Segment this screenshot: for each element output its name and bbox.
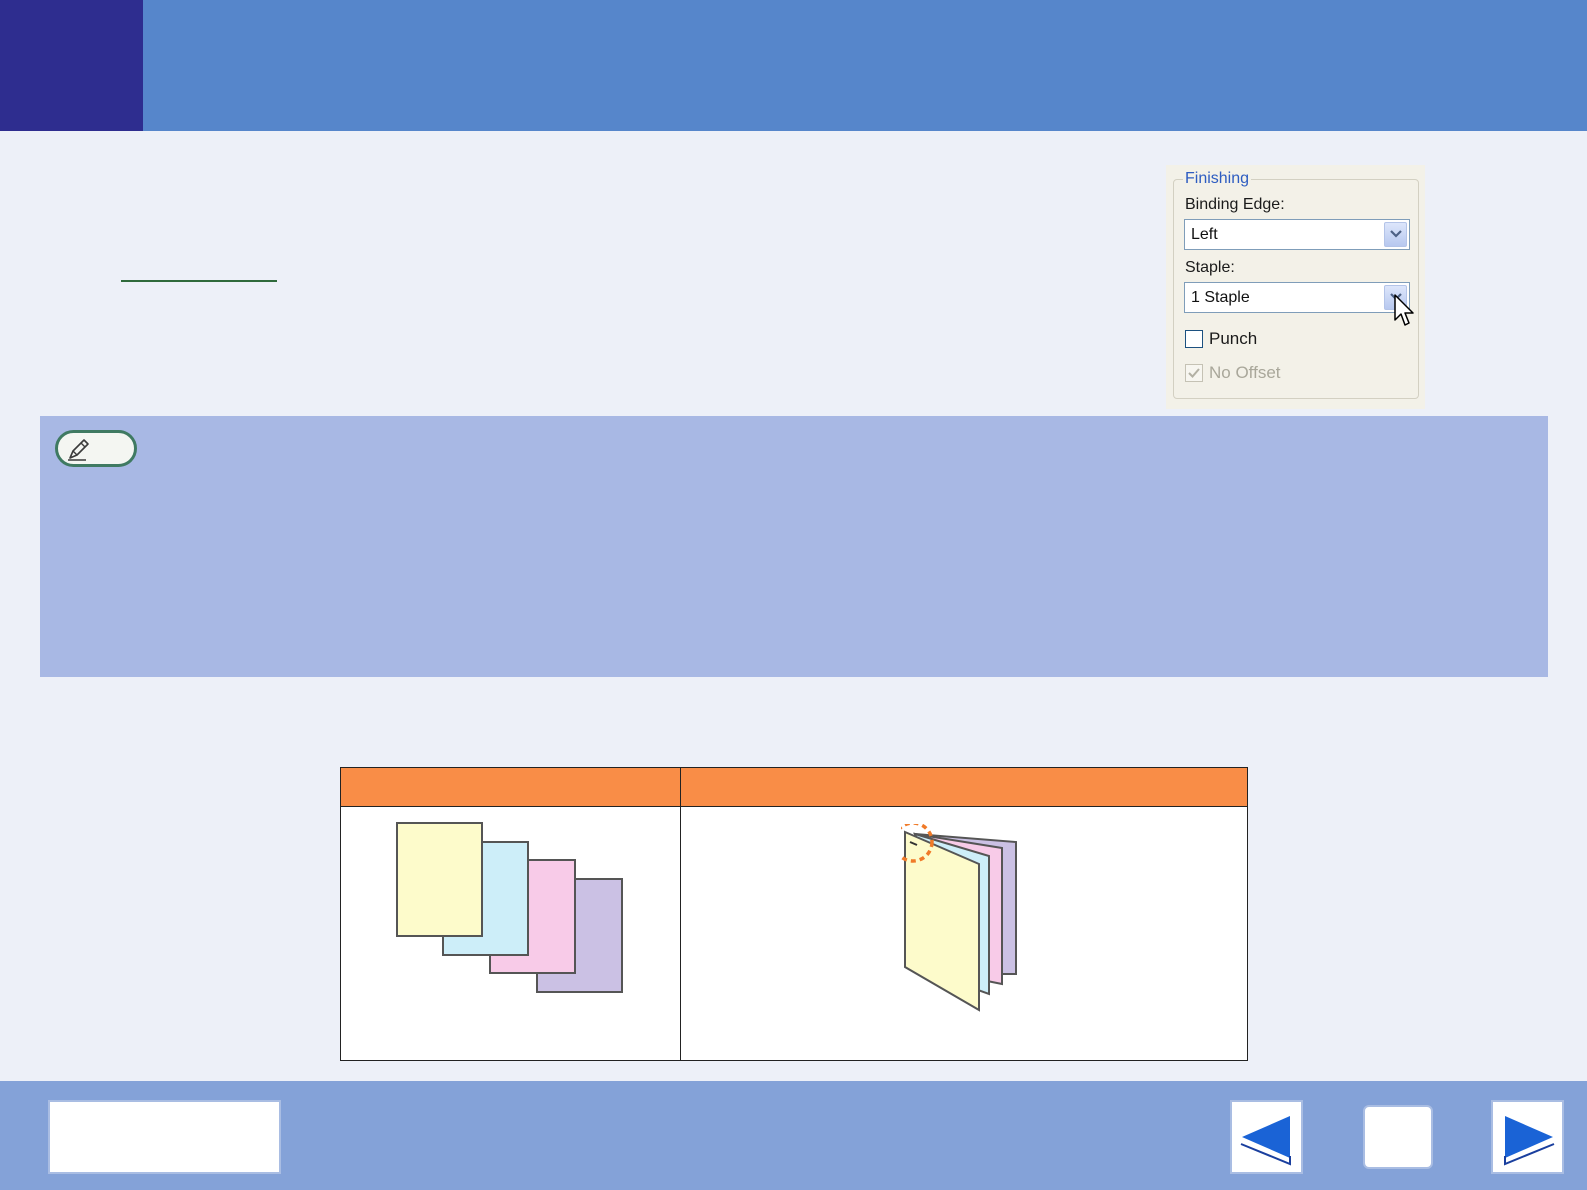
- no-offset-label: No Offset: [1209, 363, 1281, 382]
- pencil-icon: [68, 439, 89, 461]
- next-page-button[interactable]: [1491, 1100, 1564, 1174]
- table-column-divider: [680, 768, 681, 1060]
- staple-value: 1 Staple: [1191, 289, 1250, 306]
- no-offset-checkbox[interactable]: [1185, 364, 1203, 382]
- link-underline[interactable]: [121, 280, 277, 282]
- staple-label: Staple:: [1185, 259, 1235, 276]
- stapled-booklet-illustration: [901, 824, 1017, 1012]
- finishing-legend: Finishing: [1183, 169, 1252, 189]
- staple-select[interactable]: 1 Staple: [1184, 282, 1410, 313]
- right-arrow-icon: [1504, 1116, 1555, 1166]
- staple-comparison-table: [340, 767, 1248, 1061]
- punch-checkbox[interactable]: [1185, 330, 1203, 348]
- contents-button[interactable]: [48, 1100, 281, 1174]
- home-button[interactable]: [1363, 1105, 1433, 1169]
- previous-page-button[interactable]: [1230, 1100, 1303, 1174]
- binding-edge-select[interactable]: Left: [1184, 219, 1410, 250]
- binding-edge-label: Binding Edge:: [1185, 196, 1285, 213]
- footer-bar: [0, 1081, 1587, 1190]
- header-bar: [0, 0, 1587, 131]
- mouse-cursor-icon: [1394, 294, 1414, 326]
- binding-edge-value: Left: [1191, 226, 1218, 243]
- chapter-block: [0, 0, 143, 131]
- table-header-row: [341, 768, 1247, 807]
- stacked-sheets-illustration: [396, 822, 623, 993]
- punch-label: Punch: [1209, 329, 1258, 348]
- checkmark-icon: [1188, 368, 1200, 378]
- note-badge: [55, 430, 137, 467]
- note-box: [40, 416, 1548, 677]
- left-arrow-icon: [1240, 1116, 1291, 1166]
- chevron-down-icon[interactable]: [1384, 222, 1407, 247]
- finishing-panel: Finishing Binding Edge: Left Staple: 1 S…: [1166, 165, 1425, 409]
